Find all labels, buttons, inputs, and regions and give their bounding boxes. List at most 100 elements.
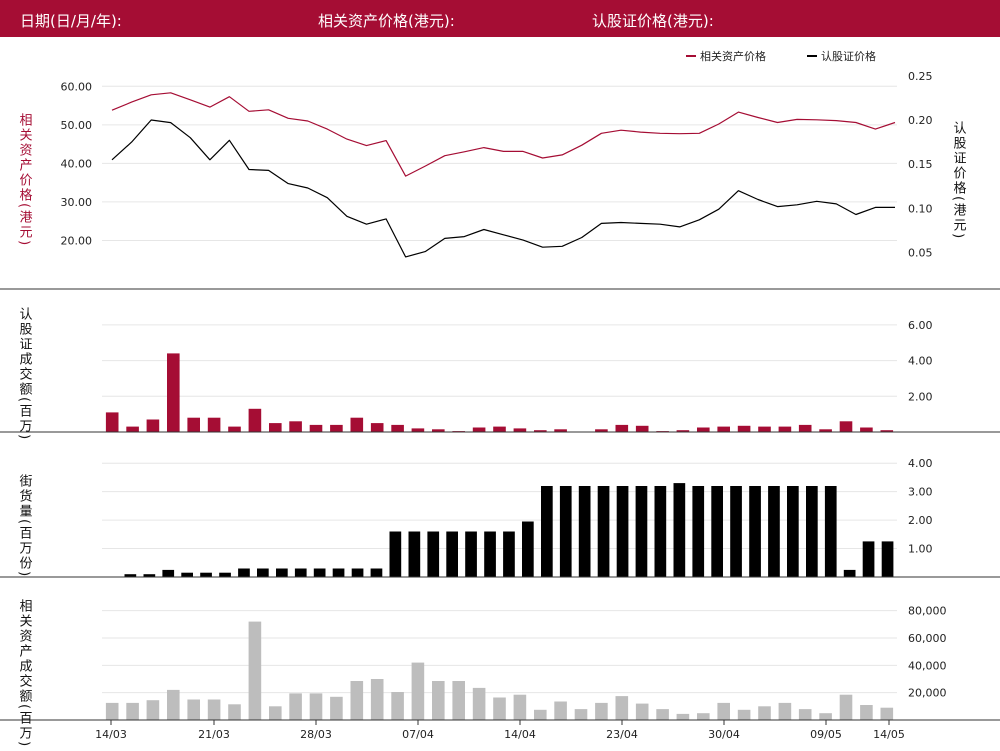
outstanding-bar	[522, 521, 534, 577]
left-tick-label: 60.00	[61, 80, 93, 93]
right-tick-label: 6.00	[908, 319, 933, 332]
outstanding-bar	[219, 572, 231, 577]
warrant-turnover-bar	[717, 426, 730, 432]
asset-turnover-bar	[289, 693, 302, 720]
outstanding-bar	[313, 568, 326, 577]
asset-turnover-bar	[860, 705, 873, 720]
warrant-turnover-bar	[187, 417, 200, 432]
asset-turnover-bar	[513, 694, 527, 720]
outstanding-bar	[749, 486, 761, 577]
warrant-price-line	[111, 119, 895, 258]
asset-turnover-bar	[432, 681, 445, 720]
outstanding-bar	[862, 541, 875, 577]
panel-axis-label: 街货量(百万份)	[17, 474, 33, 578]
right-tick-label: 80,000	[908, 605, 947, 618]
x-tick-label: 09/05	[810, 728, 842, 741]
asset-turnover-bar	[228, 704, 241, 720]
outstanding-bar	[427, 531, 440, 577]
right-tick-label: 20,000	[908, 687, 947, 700]
outstanding-bar	[559, 486, 572, 577]
asset-turnover-bar	[146, 700, 160, 720]
outstanding-bar	[635, 486, 648, 577]
warrant-turnover-bar	[269, 423, 282, 432]
asset-turnover-bar	[309, 693, 323, 720]
asset-turnover-bar	[798, 709, 812, 720]
warrant-turnover-bar	[370, 423, 384, 432]
asset-turnover-bar	[472, 687, 486, 720]
outstanding-bar	[389, 531, 402, 577]
asset-turnover-bar	[554, 701, 567, 720]
outstanding-bar	[806, 486, 818, 577]
warrant-turnover-bar	[207, 417, 221, 432]
left-tick-label: 30.00	[61, 196, 93, 209]
x-tick-label: 23/04	[606, 728, 638, 741]
outstanding-bar	[465, 531, 477, 577]
axis-labels: 20.00 30.00 40.00 50.00 60.00 0.05 0.10 0.15 0.2…	[17, 70, 967, 748]
warrant-turnover-bar	[146, 419, 160, 432]
outstanding-bar	[238, 568, 250, 577]
asset-turnover-bar	[697, 713, 710, 720]
right-tick-label: 4.00	[908, 355, 933, 368]
asset-turnover-bar	[493, 697, 506, 720]
outstanding-bar	[711, 486, 723, 577]
warrant-turnover-bar	[126, 426, 139, 432]
warrant-turnover-bar	[350, 417, 364, 432]
outstanding-bar	[257, 568, 269, 577]
right-tick-label: 60,000	[908, 632, 947, 645]
asset-price-label: 相关资产价格(港元):	[318, 12, 455, 30]
asset-turnover-bar	[187, 699, 200, 720]
outstanding-bar	[370, 568, 383, 577]
asset-turnover-bar	[452, 681, 465, 720]
price-lines	[111, 92, 896, 258]
asset-turnover-bar	[105, 702, 119, 720]
outstanding-bar	[616, 486, 629, 577]
warrant-turnover-bar	[411, 428, 425, 432]
asset-turnover-bar	[411, 662, 425, 720]
warrant-chart: 20.00 30.00 40.00 50.00 60.00 0.05 0.10 0.15 0.2…	[0, 49, 1000, 748]
asset-turnover-bar	[167, 689, 180, 720]
outstanding-bar	[181, 572, 193, 577]
warrant-turnover-bar	[330, 424, 343, 432]
outstanding-bar	[824, 486, 837, 577]
chart-header: 日期(日/月/年): 相关资产价格(港元): 认股证价格(港元):	[0, 0, 1000, 37]
asset-turnover-bar	[126, 702, 139, 720]
panel-axis-label: 相关资产成交额(百万)	[17, 599, 33, 748]
axes	[0, 288, 1000, 725]
left-tick-label: 50.00	[61, 119, 93, 132]
outstanding-bar	[200, 572, 212, 577]
warrant-turnover-bar	[167, 353, 180, 432]
asset-turnover-bar	[717, 702, 730, 720]
asset-turnover-bar	[656, 709, 669, 720]
outstanding-bar	[162, 569, 175, 577]
asset-turnover-bar	[248, 621, 262, 720]
legend: 相关资产价格 认股证价格	[686, 49, 876, 63]
warrant-turnover-bar	[228, 426, 241, 432]
x-tick-label: 21/03	[198, 728, 230, 741]
left-axis-label: 相关资产价格(港元)	[17, 113, 33, 247]
outstanding-bar	[597, 486, 610, 577]
outstanding-bar	[843, 569, 856, 577]
outstanding-bar	[881, 541, 894, 577]
outstanding-bar	[692, 486, 705, 577]
asset-turnover-bar	[839, 694, 853, 720]
asset-turnover-bar	[534, 709, 547, 721]
warrant-turnover-bar	[309, 424, 323, 432]
warrant-turnover-bar	[391, 424, 404, 432]
outstanding-bar	[446, 531, 458, 577]
outstanding-bar	[787, 486, 799, 577]
warrant-turnover-bar	[737, 425, 751, 433]
asset-turnover-bar	[635, 703, 649, 720]
warrant-turnover-bar	[105, 412, 119, 432]
warrant-turnover-bar	[635, 425, 649, 433]
warrant-turnover-bar	[493, 426, 506, 432]
outstanding-bar	[294, 568, 307, 577]
x-tick-label: 14/05	[873, 728, 905, 741]
right-tick-label: 2.00	[908, 390, 933, 403]
left-tick-label: 20.00	[61, 234, 93, 247]
warrant-turnover-bar	[513, 428, 527, 432]
warrant-turnover-bar	[798, 424, 812, 432]
outstanding-bar	[351, 568, 364, 577]
x-tick-label: 14/03	[95, 728, 127, 741]
warrant-price-label: 认股证价格(港元):	[592, 12, 714, 30]
warrant-turnover-bar	[758, 426, 771, 432]
